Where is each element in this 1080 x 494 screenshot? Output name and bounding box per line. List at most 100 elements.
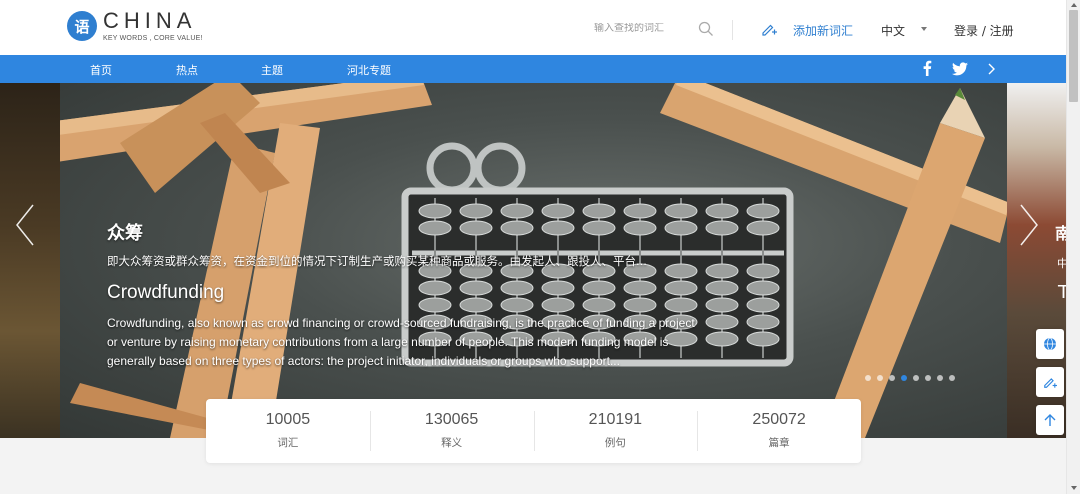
facebook-icon[interactable]: [922, 60, 932, 76]
abacus-bead: [746, 331, 780, 347]
abacus-bead: [705, 331, 739, 347]
site-logo[interactable]: 语 CHINA KEY WORDS , CORE VALUE!: [67, 10, 203, 42]
stat-value: 250072: [752, 411, 806, 428]
twitter-icon[interactable]: [952, 62, 968, 76]
arrow-up-icon: [1044, 414, 1056, 426]
previous-slide-peek: [0, 83, 60, 438]
search-icon[interactable]: [698, 21, 714, 37]
scroll-down-arrow-icon[interactable]: [1071, 486, 1077, 490]
next-slide-title-peek: 南: [1055, 224, 1066, 243]
stat-value: 130065: [424, 411, 479, 428]
scrollbar-thumb[interactable]: [1069, 10, 1078, 102]
language-tool-button[interactable]: [1036, 329, 1064, 359]
stat-words[interactable]: 10005 词汇: [206, 399, 370, 463]
stats-bar: 10005 词汇 130065 释义 210191 例句 250072 篇章: [206, 399, 861, 463]
abacus-bead: [500, 280, 534, 296]
site-header: 语 CHINA KEY WORDS , CORE VALUE! 添加新词汇 中文…: [0, 0, 1066, 55]
abacus-bead: [623, 220, 657, 236]
abacus-bead: [541, 203, 575, 219]
edit-add-icon[interactable]: [761, 21, 777, 37]
abacus-bead: [459, 280, 493, 296]
abacus-bead: [459, 220, 493, 236]
stat-articles[interactable]: 250072 篇章: [697, 399, 861, 463]
edit-icon: [1044, 378, 1057, 388]
search-input[interactable]: [594, 23, 704, 34]
next-slide-en-peek: T: [1058, 282, 1066, 303]
abacus-bead: [746, 297, 780, 313]
add-term-tool-button[interactable]: [1036, 367, 1064, 397]
chevron-right-icon[interactable]: [987, 63, 995, 75]
stat-examples[interactable]: 210191 例句: [533, 399, 698, 463]
abacus-bead: [418, 220, 452, 236]
hero-carousel: 众筹 即大众筹资或群众筹资，在资金到位的情况下订制生产或购买某种商品或服务。由发…: [0, 83, 1066, 438]
chevron-down-icon[interactable]: [921, 27, 927, 31]
abacus-bead: [459, 297, 493, 313]
stat-value: 10005: [265, 411, 311, 428]
language-selector[interactable]: 中文: [881, 22, 905, 39]
carousel-dot[interactable]: [865, 375, 871, 381]
abacus-bead: [705, 280, 739, 296]
abacus-bead: [582, 297, 616, 313]
carousel-prev-arrow-icon[interactable]: [13, 203, 37, 247]
logo-subtitle: KEY WORDS , CORE VALUE!: [103, 35, 203, 42]
carousel-dot[interactable]: [901, 375, 907, 381]
nav-item-hebei[interactable]: 河北专题: [347, 62, 391, 78]
abacus-bead: [623, 203, 657, 219]
abacus-bead: [705, 263, 739, 279]
abacus-bead: [705, 297, 739, 313]
carousel-dot[interactable]: [949, 375, 955, 381]
carousel-pagination: [865, 375, 955, 381]
abacus-bead: [500, 220, 534, 236]
abacus-bead: [418, 280, 452, 296]
abacus-bead: [664, 203, 698, 219]
slide-title-cn[interactable]: 众筹: [107, 219, 143, 245]
logo-mark: 语: [67, 11, 97, 41]
carousel-dot[interactable]: [937, 375, 943, 381]
abacus-bead: [500, 203, 534, 219]
abacus-bead: [418, 297, 452, 313]
abacus-bead: [746, 220, 780, 236]
stat-label: 例句: [604, 437, 626, 449]
carousel-next-arrow-icon[interactable]: [1017, 203, 1041, 247]
login-register-link[interactable]: 登录 / 注册: [954, 22, 1014, 39]
abacus-bead: [459, 203, 493, 219]
nav-item-home[interactable]: 首页: [90, 62, 112, 78]
abacus-bead: [664, 220, 698, 236]
abacus-bead: [746, 263, 780, 279]
next-slide-desc-peek: 中: [1057, 257, 1066, 270]
stat-label: 释义: [441, 437, 463, 449]
header-divider: [732, 20, 733, 40]
abacus-bead: [705, 203, 739, 219]
carousel-dot[interactable]: [913, 375, 919, 381]
slide-description-cn: 即大众筹资或群众筹资，在资金到位的情况下订制生产或购买某种商品或服务。由发起人、…: [107, 254, 647, 268]
abacus-bead: [582, 280, 616, 296]
abacus-bead: [664, 297, 698, 313]
scroll-up-arrow-icon[interactable]: [1071, 3, 1077, 7]
nav-item-topics[interactable]: 主题: [261, 62, 283, 78]
abacus-bead: [582, 203, 616, 219]
abacus-bead: [500, 297, 534, 313]
abacus-bead: [418, 203, 452, 219]
stat-value: 210191: [588, 411, 643, 428]
stat-label: 篇章: [768, 437, 790, 449]
nav-item-hot[interactable]: 热点: [176, 62, 198, 78]
add-term-link[interactable]: 添加新词汇: [793, 22, 853, 39]
abacus-bead: [664, 280, 698, 296]
globe-icon: [1044, 337, 1056, 351]
abacus-bead: [705, 314, 739, 330]
carousel-dot[interactable]: [877, 375, 883, 381]
abacus-bead: [746, 314, 780, 330]
slide-title-en[interactable]: Crowdfunding: [107, 282, 224, 304]
abacus-bead: [705, 220, 739, 236]
carousel-dot[interactable]: [889, 375, 895, 381]
page-scrollbar[interactable]: [1066, 0, 1080, 494]
stat-definitions[interactable]: 130065 释义: [369, 399, 534, 463]
abacus-bead: [623, 297, 657, 313]
back-to-top-button[interactable]: [1036, 405, 1064, 435]
abacus-bead: [746, 280, 780, 296]
logo-title: CHINA: [103, 8, 197, 33]
abacus-bead: [623, 280, 657, 296]
carousel-dot[interactable]: [925, 375, 931, 381]
slide-description-en: Crowdfunding, also known as crowd financ…: [107, 316, 695, 368]
abacus-bead: [541, 297, 575, 313]
